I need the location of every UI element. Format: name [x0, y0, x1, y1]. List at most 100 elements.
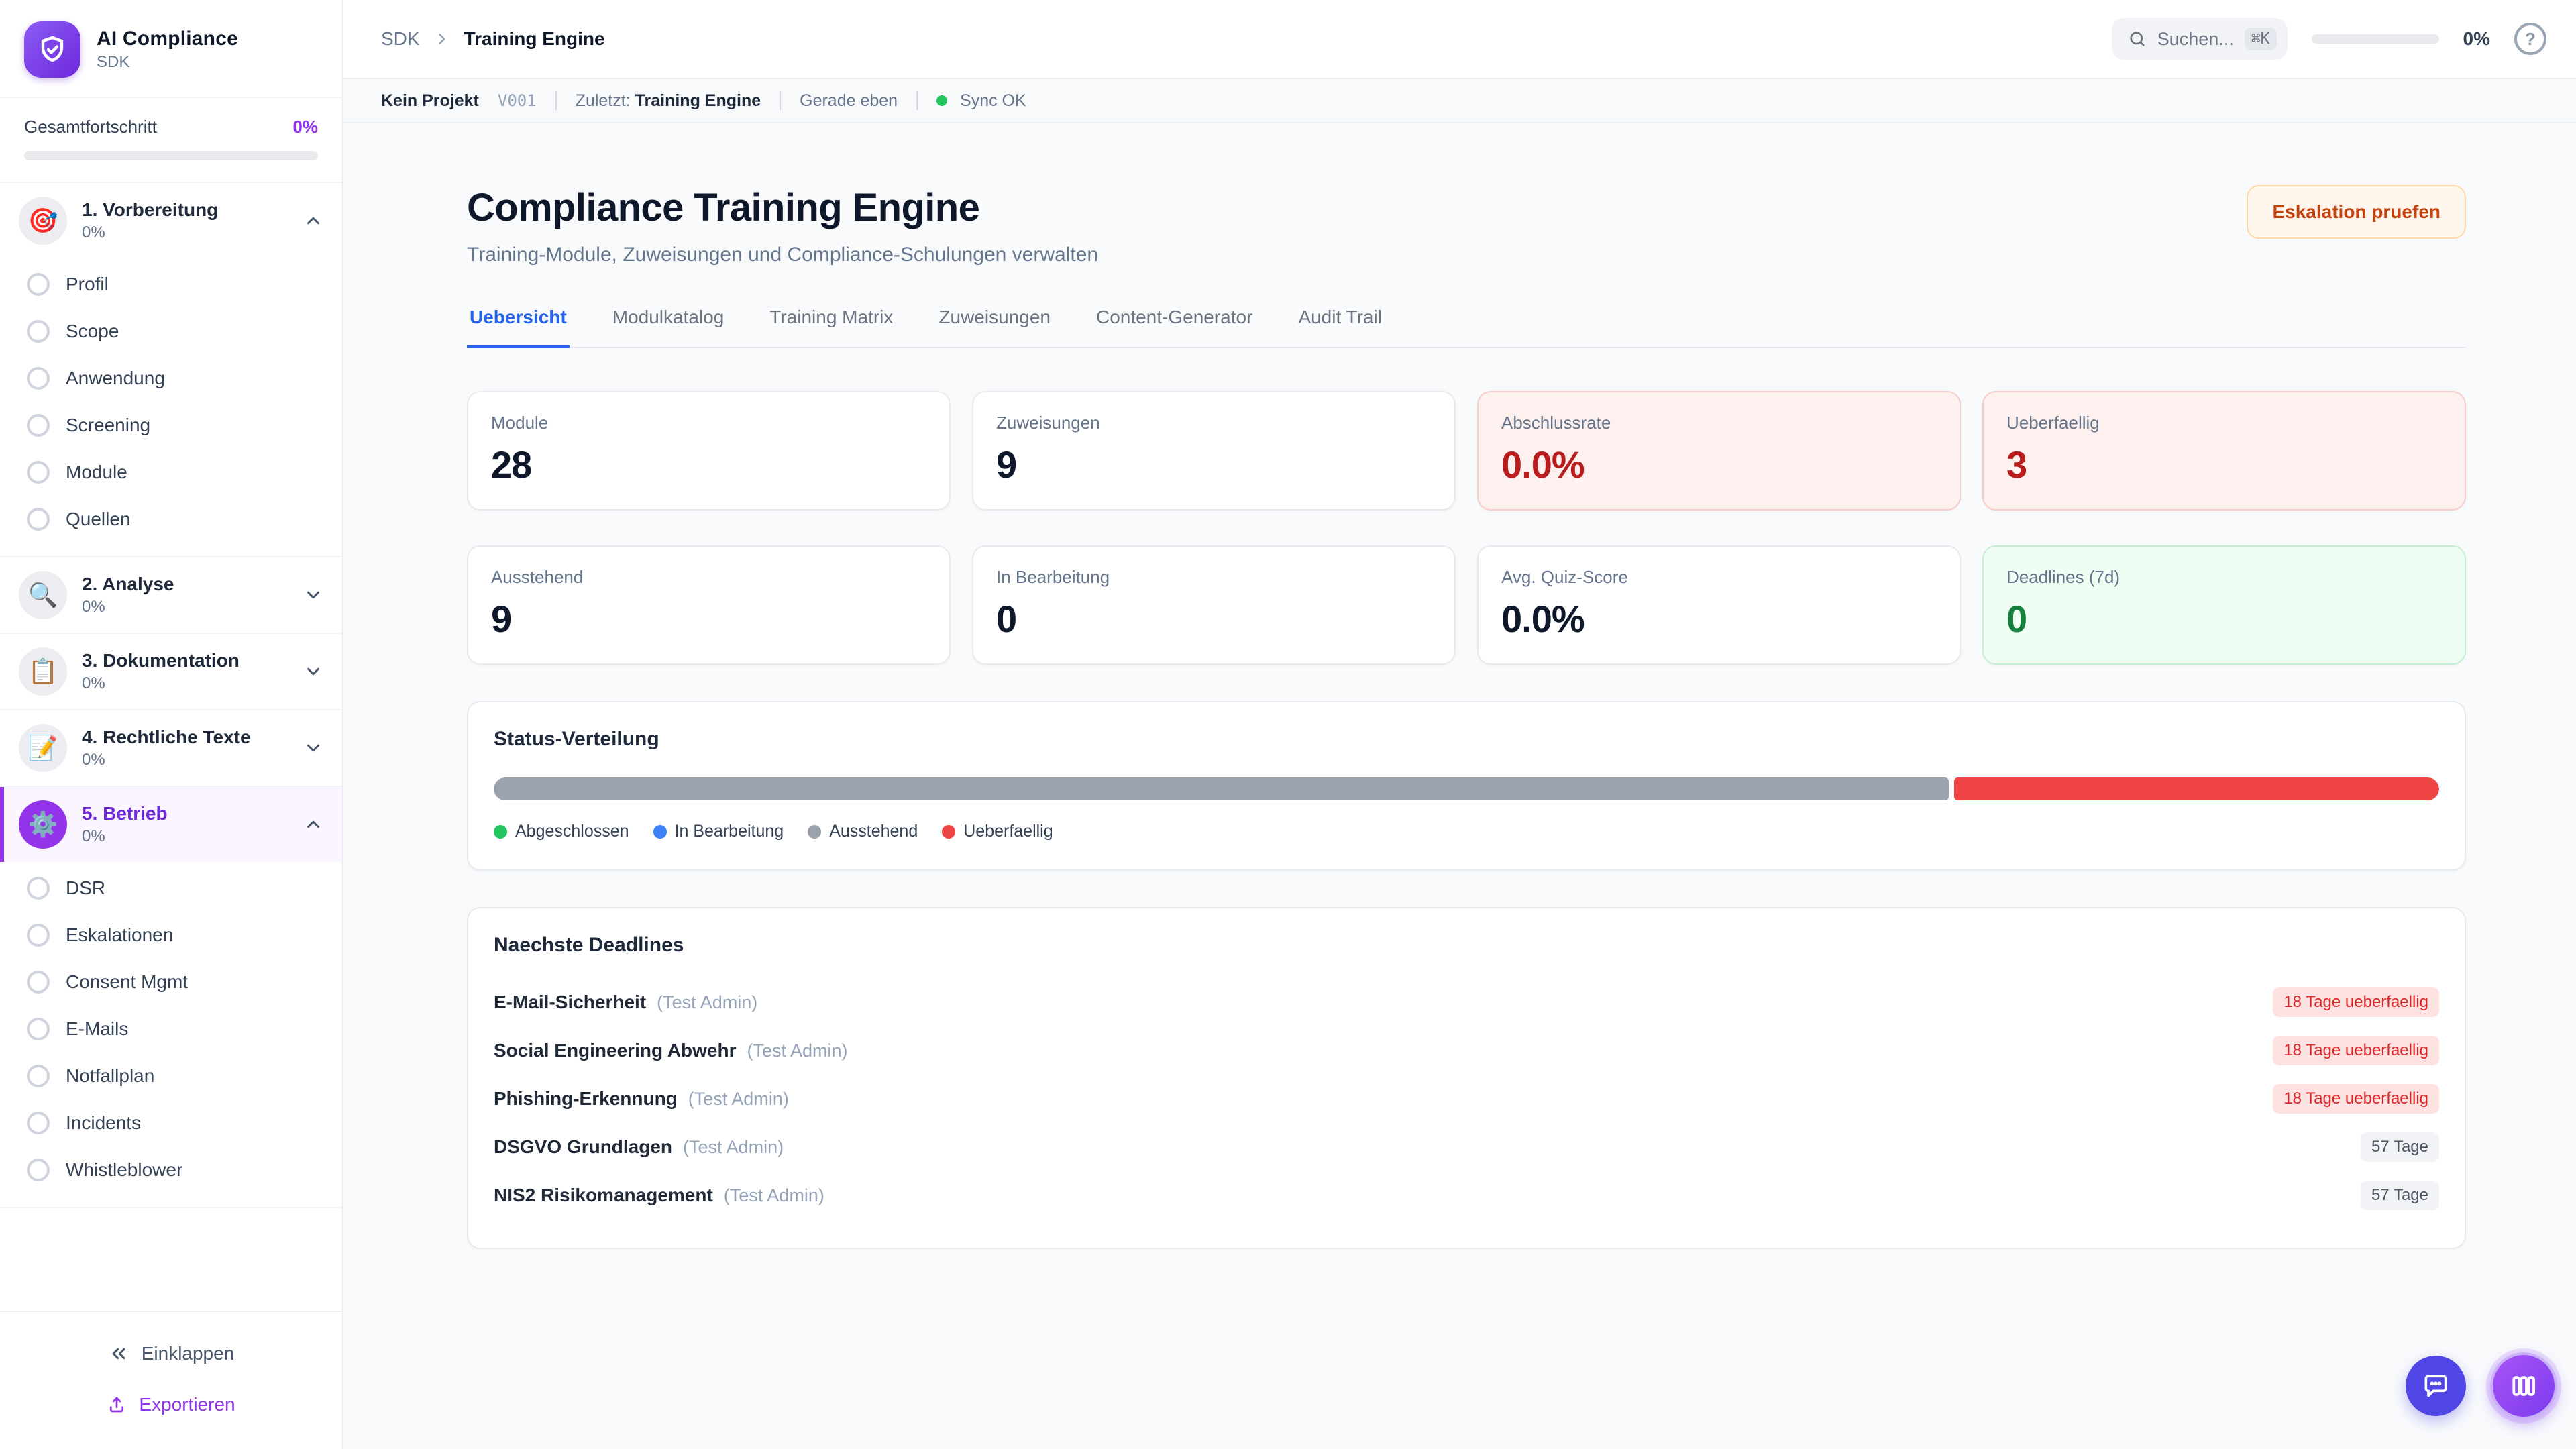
tab-training-matrix[interactable]: Training Matrix — [767, 299, 896, 348]
search-input[interactable]: Suchen... ⌘K — [2112, 18, 2288, 60]
section-items: DSR Eskalationen Consent Mgmt E-Mails No… — [0, 862, 342, 1207]
status-circle-icon — [27, 320, 50, 343]
section-header-betrieb[interactable]: ⚙️ 5. Betrieb 0% — [0, 787, 342, 862]
project-name: Kein Projekt — [381, 91, 479, 111]
status-circle-icon — [27, 1065, 50, 1087]
deadline-row-dsgvo[interactable]: DSGVO Grundlagen (Test Admin) 57 Tage — [494, 1123, 2439, 1171]
status-circle-icon — [27, 273, 50, 296]
chat-bubble-icon — [2421, 1371, 2451, 1401]
export-button[interactable]: Exportieren — [0, 1382, 342, 1428]
tab-modulkatalog[interactable]: Modulkatalog — [610, 299, 727, 348]
divider — [780, 91, 781, 110]
red-dot-icon — [942, 825, 955, 839]
overdue-badge: 18 Tage ueberfaellig — [2273, 987, 2439, 1017]
sync-ok-dot-icon — [936, 95, 947, 106]
sidebar-item-whistleblower[interactable]: Whistleblower — [0, 1146, 342, 1193]
section-header-rechtliche-texte[interactable]: 📝 4. Rechtliche Texte 0% — [0, 710, 342, 786]
sidebar-item-screening[interactable]: Screening — [0, 402, 342, 449]
keyboard-shortcut-badge: ⌘K — [2245, 28, 2277, 50]
breadcrumb-sdk[interactable]: SDK — [381, 28, 420, 50]
legend-abgeschlossen: Abgeschlossen — [494, 822, 629, 841]
sidebar-item-emails[interactable]: E-Mails — [0, 1006, 342, 1053]
upcoming-deadlines-panel: Naechste Deadlines E-Mail-Sicherheit (Te… — [467, 907, 2466, 1249]
search-icon — [2128, 30, 2147, 48]
legend-ueberfaellig: Ueberfaellig — [942, 822, 1053, 841]
tab-uebersicht[interactable]: Uebersicht — [467, 299, 570, 348]
status-legend: Abgeschlossen In Bearbeitung Ausstehend … — [494, 822, 2439, 841]
app-subtitle: SDK — [97, 53, 238, 72]
check-escalation-button[interactable]: Eskalation pruefen — [2247, 185, 2466, 239]
status-distribution-panel: Status-Verteilung Abgeschlossen In Bearb… — [467, 701, 2466, 871]
sidebar-item-notfallplan[interactable]: Notfallplan — [0, 1053, 342, 1099]
bar-segment-ausstehend — [494, 777, 1949, 800]
sync-status: Sync OK — [936, 91, 1026, 111]
status-circle-icon — [27, 1159, 50, 1181]
nav-section-analyse: 🔍 2. Analyse 0% — [0, 557, 342, 634]
section-header-analyse[interactable]: 🔍 2. Analyse 0% — [0, 557, 342, 633]
help-icon[interactable]: ? — [2514, 23, 2546, 55]
overall-progress-value: 0% — [292, 117, 318, 138]
status-circle-icon — [27, 1018, 50, 1040]
sidebar-item-anwendung[interactable]: Anwendung — [0, 355, 342, 402]
chat-button[interactable] — [2406, 1356, 2466, 1416]
target-icon: 🎯 — [19, 197, 67, 245]
overdue-badge: 18 Tage ueberfaellig — [2273, 1036, 2439, 1065]
deadlines-list: E-Mail-Sicherheit (Test Admin) 18 Tage u… — [494, 978, 2439, 1220]
stats-grid: Module 28 Zuweisungen 9 Abschlussrate 0.… — [467, 391, 2466, 665]
section-header-dokumentation[interactable]: 📋 3. Dokumentation 0% — [0, 634, 342, 709]
status-circle-icon — [27, 877, 50, 900]
header-progress-bar — [2312, 34, 2439, 44]
deadline-row-nis2[interactable]: NIS2 Risikomanagement (Test Admin) 57 Ta… — [494, 1171, 2439, 1220]
sidebar-item-module[interactable]: Module — [0, 449, 342, 496]
deadline-row-phishing[interactable]: Phishing-Erkennung (Test Admin) 18 Tage … — [494, 1075, 2439, 1123]
sidebar: AI Compliance SDK Gesamtfortschritt 0% 🎯… — [0, 0, 343, 1449]
chevron-down-icon — [303, 585, 323, 605]
tab-zuweisungen[interactable]: Zuweisungen — [936, 299, 1053, 348]
overall-progress-bar — [24, 151, 318, 160]
status-circle-icon — [27, 414, 50, 437]
status-distribution-bar — [494, 777, 2439, 800]
search-placeholder: Suchen... — [2157, 29, 2234, 50]
status-circle-icon — [27, 508, 50, 531]
nav-section-dokumentation: 📋 3. Dokumentation 0% — [0, 634, 342, 710]
main-column: SDK Training Engine Suchen... ⌘K 0% ? Ke… — [343, 0, 2576, 1449]
chevron-down-icon — [303, 738, 323, 758]
content-scroll-area[interactable]: Compliance Training Engine Training-Modu… — [343, 123, 2576, 1449]
deadlines-title: Naechste Deadlines — [494, 934, 2439, 957]
section-items: Profil Scope Anwendung Screening Module — [0, 258, 342, 556]
sidebar-nav: 🎯 1. Vorbereitung 0% Profil Scope — [0, 183, 342, 1311]
widgets-button[interactable] — [2490, 1352, 2557, 1419]
stat-card-abschlussrate: Abschlussrate 0.0% — [1477, 391, 1961, 511]
section-header-vorbereitung[interactable]: 🎯 1. Vorbereitung 0% — [0, 183, 342, 258]
floating-buttons — [2406, 1352, 2557, 1419]
nav-section-betrieb: ⚙️ 5. Betrieb 0% DSR Eskalationen — [0, 787, 342, 1208]
sidebar-item-consent-mgmt[interactable]: Consent Mgmt — [0, 959, 342, 1006]
sidebar-item-incidents[interactable]: Incidents — [0, 1099, 342, 1146]
sidebar-item-quellen[interactable]: Quellen — [0, 496, 342, 543]
section-percent: 0% — [82, 223, 218, 242]
sidebar-item-dsr[interactable]: DSR — [0, 865, 342, 912]
tab-content-generator[interactable]: Content-Generator — [1093, 299, 1255, 348]
overall-progress-label: Gesamtfortschritt — [24, 117, 157, 138]
status-circle-icon — [27, 461, 50, 484]
status-circle-icon — [27, 971, 50, 994]
project-status-bar: Kein Projekt V001 Zuletzt: Training Engi… — [343, 79, 2576, 123]
deadline-row-social-engineering[interactable]: Social Engineering Abwehr (Test Admin) 1… — [494, 1026, 2439, 1075]
status-circle-icon — [27, 1112, 50, 1134]
tab-audit-trail[interactable]: Audit Trail — [1295, 299, 1385, 348]
chevron-up-icon — [303, 211, 323, 231]
sidebar-item-eskalationen[interactable]: Eskalationen — [0, 912, 342, 959]
overall-progress: Gesamtfortschritt 0% — [0, 98, 342, 183]
status-circle-icon — [27, 367, 50, 390]
chevron-up-icon — [303, 814, 323, 835]
section-title: 1. Vorbereitung — [82, 199, 218, 221]
sidebar-item-profil[interactable]: Profil — [0, 261, 342, 308]
sidebar-item-scope[interactable]: Scope — [0, 308, 342, 355]
gray-dot-icon — [808, 825, 821, 839]
overdue-badge: 18 Tage ueberfaellig — [2273, 1084, 2439, 1114]
chevron-right-icon — [433, 30, 451, 48]
tab-bar: Uebersicht Modulkatalog Training Matrix … — [467, 299, 2466, 348]
collapse-sidebar-button[interactable]: Einklappen — [0, 1331, 342, 1377]
deadline-row-email-sicherheit[interactable]: E-Mail-Sicherheit (Test Admin) 18 Tage u… — [494, 978, 2439, 1026]
header-progress-value: 0% — [2463, 28, 2490, 50]
